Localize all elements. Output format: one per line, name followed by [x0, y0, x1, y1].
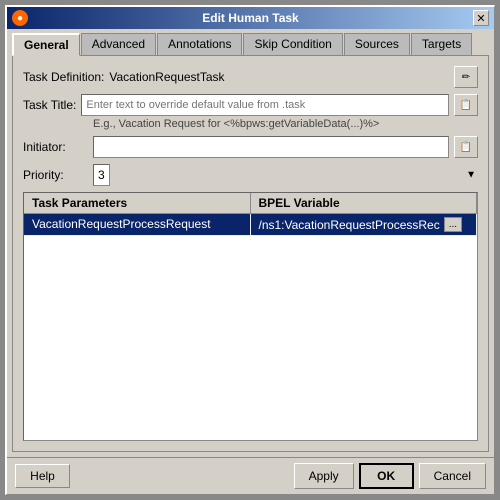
variable-ellipsis-button[interactable]: ... [444, 217, 462, 232]
tab-annotations[interactable]: Annotations [157, 33, 242, 55]
title-bar: ● Edit Human Task ✕ [7, 7, 494, 29]
col-bpel-variable: BPEL Variable [251, 193, 478, 213]
apply-button[interactable]: Apply [294, 463, 354, 489]
task-title-input[interactable] [81, 94, 449, 116]
task-title-browse-button[interactable]: 📋 [454, 94, 478, 116]
help-button[interactable]: Help [15, 464, 70, 488]
close-button[interactable]: ✕ [473, 10, 489, 26]
task-title-row: Task Title: 📋 [23, 94, 478, 116]
initiator-input[interactable] [93, 136, 449, 158]
initiator-label: Initiator: [23, 140, 88, 154]
task-param-cell: VacationRequestProcessRequest [24, 214, 251, 235]
bottom-bar: Help Apply OK Cancel [7, 457, 494, 494]
window-icon: ● [12, 10, 28, 26]
priority-label: Priority: [23, 168, 88, 182]
priority-row: Priority: 3 1 2 4 5 ▼ [23, 164, 478, 186]
table-row[interactable]: VacationRequestProcessRequest /ns1:Vacat… [24, 214, 477, 236]
edit-human-task-window: ● Edit Human Task ✕ General Advanced Ann… [5, 5, 495, 495]
priority-dropdown-arrow: ▼ [466, 170, 476, 181]
bpel-variable-cell: /ns1:VacationRequestProcessRec ... [251, 214, 478, 235]
col-task-parameters: Task Parameters [24, 193, 251, 213]
task-parameters-table: Task Parameters BPEL Variable VacationRe… [23, 192, 478, 441]
task-title-label: Task Title: [23, 98, 76, 112]
task-definition-label: Task Definition: [23, 70, 104, 84]
tab-skip-condition[interactable]: Skip Condition [243, 33, 342, 55]
tab-bar: General Advanced Annotations Skip Condit… [7, 29, 494, 55]
task-definition-browse-button[interactable]: ✏ [454, 66, 478, 88]
tab-targets[interactable]: Targets [411, 33, 472, 55]
initiator-row: Initiator: 📋 [23, 136, 478, 158]
task-definition-row: Task Definition: VacationRequestTask ✏ [23, 66, 478, 88]
action-buttons: Apply OK Cancel [294, 463, 486, 489]
task-definition-value: VacationRequestTask [109, 70, 224, 84]
window-title: Edit Human Task [28, 11, 473, 25]
tab-general[interactable]: General [12, 33, 80, 56]
table-header: Task Parameters BPEL Variable [24, 193, 477, 214]
content-area: Task Definition: VacationRequestTask ✏ T… [12, 55, 489, 452]
tab-advanced[interactable]: Advanced [81, 33, 156, 55]
task-title-hint: E.g., Vacation Request for <%bpws:getVar… [93, 118, 478, 130]
cancel-button[interactable]: Cancel [419, 463, 486, 489]
ok-button[interactable]: OK [359, 463, 414, 489]
priority-select[interactable]: 3 1 2 4 5 [93, 164, 110, 186]
tab-sources[interactable]: Sources [344, 33, 410, 55]
initiator-browse-button[interactable]: 📋 [454, 136, 478, 158]
priority-select-wrapper: 3 1 2 4 5 ▼ [93, 164, 478, 186]
